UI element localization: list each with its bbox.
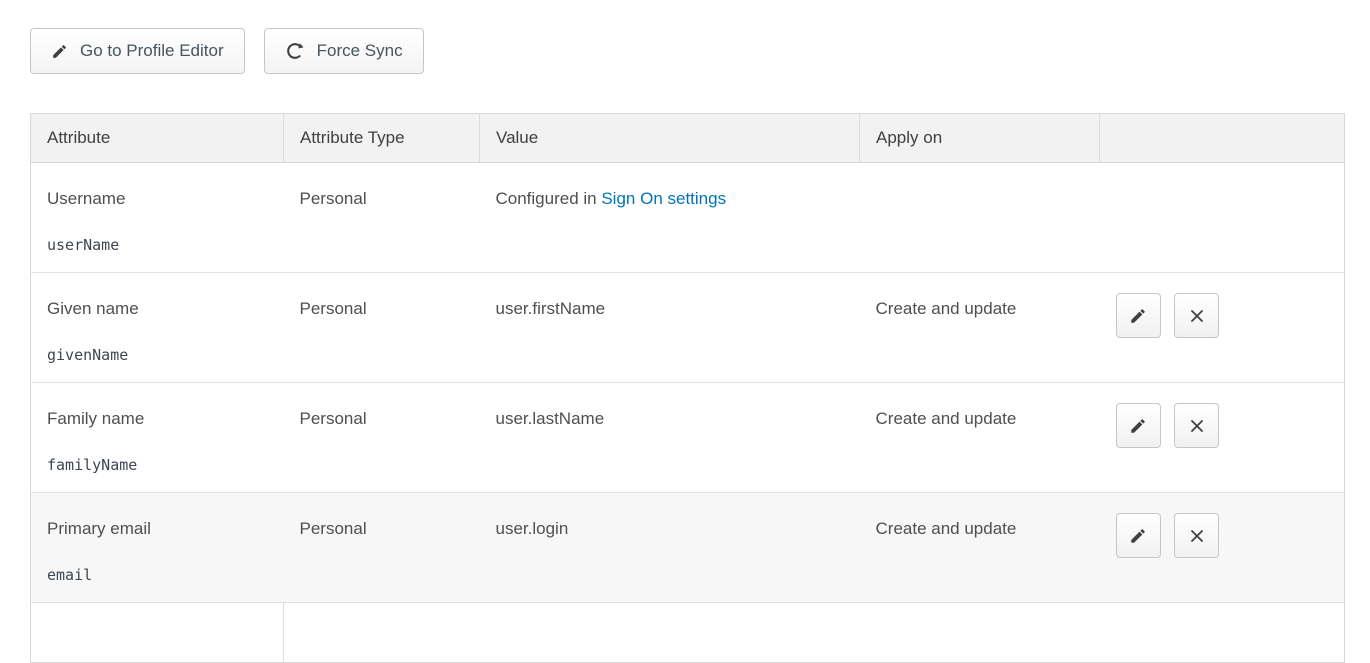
- force-sync-label: Force Sync: [317, 41, 403, 61]
- apply-on-cell: Create and update: [860, 383, 1100, 493]
- apply-on-cell: Create and update: [860, 493, 1100, 603]
- pencil-icon: [1129, 417, 1147, 435]
- header-value: Value: [480, 114, 860, 163]
- attribute-cell: Username userName: [31, 163, 284, 273]
- attribute-mappings-table: Attribute Attribute Type Value Apply on …: [30, 113, 1345, 663]
- actions-cell: [1100, 163, 1345, 273]
- remove-mapping-button[interactable]: [1174, 293, 1219, 338]
- sign-on-settings-link[interactable]: Sign On settings: [601, 189, 726, 208]
- attribute-type-cell: Personal: [284, 493, 480, 603]
- attribute-mappings-page: Go to Profile Editor Force Sync Attribut…: [0, 0, 1370, 663]
- actions-cell: [1100, 383, 1345, 493]
- attribute-variable: givenName: [47, 346, 268, 364]
- attribute-cell: [31, 603, 284, 663]
- force-sync-button[interactable]: Force Sync: [264, 28, 424, 74]
- table-row: Primary email email Personal user.login …: [31, 493, 1345, 603]
- attribute-label: Username: [47, 189, 268, 209]
- header-apply-on: Apply on: [860, 114, 1100, 163]
- value-cell: Configured in Sign On settings: [480, 163, 860, 273]
- attribute-cell: Family name familyName: [31, 383, 284, 493]
- go-to-profile-editor-label: Go to Profile Editor: [80, 41, 224, 61]
- attribute-type-cell: Personal: [284, 383, 480, 493]
- attribute-label: Family name: [47, 409, 268, 429]
- table-row-partial: [31, 603, 1345, 663]
- actions-cell: [1100, 273, 1345, 383]
- go-to-profile-editor-button[interactable]: Go to Profile Editor: [30, 28, 245, 74]
- attribute-variable: email: [47, 566, 268, 584]
- apply-on-cell: Create and update: [860, 273, 1100, 383]
- refresh-icon: [285, 41, 305, 61]
- edit-mapping-button[interactable]: [1116, 513, 1161, 558]
- header-actions: [1100, 114, 1345, 163]
- attribute-variable: userName: [47, 236, 268, 254]
- actions-cell: [1100, 493, 1345, 603]
- remove-mapping-button[interactable]: [1174, 403, 1219, 448]
- table-row: Username userName Personal Configured in…: [31, 163, 1345, 273]
- header-attribute-type: Attribute Type: [284, 114, 480, 163]
- apply-on-cell: [860, 163, 1100, 273]
- x-icon: [1188, 417, 1206, 435]
- table-row: Given name givenName Personal user.first…: [31, 273, 1345, 383]
- value-cell: user.firstName: [480, 273, 860, 383]
- edit-mapping-button[interactable]: [1116, 403, 1161, 448]
- pencil-icon: [51, 43, 68, 60]
- header-attribute: Attribute: [31, 114, 284, 163]
- x-icon: [1188, 307, 1206, 325]
- attribute-type-cell: Personal: [284, 273, 480, 383]
- edit-mapping-button[interactable]: [1116, 293, 1161, 338]
- attribute-variable: familyName: [47, 456, 268, 474]
- toolbar: Go to Profile Editor Force Sync: [30, 28, 1345, 74]
- attribute-label: Primary email: [47, 519, 268, 539]
- attribute-cell: Primary email email: [31, 493, 284, 603]
- pencil-icon: [1129, 307, 1147, 325]
- attribute-cell: Given name givenName: [31, 273, 284, 383]
- pencil-icon: [1129, 527, 1147, 545]
- table-row: Family name familyName Personal user.las…: [31, 383, 1345, 493]
- attribute-type-cell: Personal: [284, 163, 480, 273]
- remove-mapping-button[interactable]: [1174, 513, 1219, 558]
- value-cell: user.login: [480, 493, 860, 603]
- attribute-label: Given name: [47, 299, 268, 319]
- table-header: Attribute Attribute Type Value Apply on: [31, 114, 1345, 163]
- value-cell: user.lastName: [480, 383, 860, 493]
- value-text: Configured in: [496, 189, 602, 208]
- x-icon: [1188, 527, 1206, 545]
